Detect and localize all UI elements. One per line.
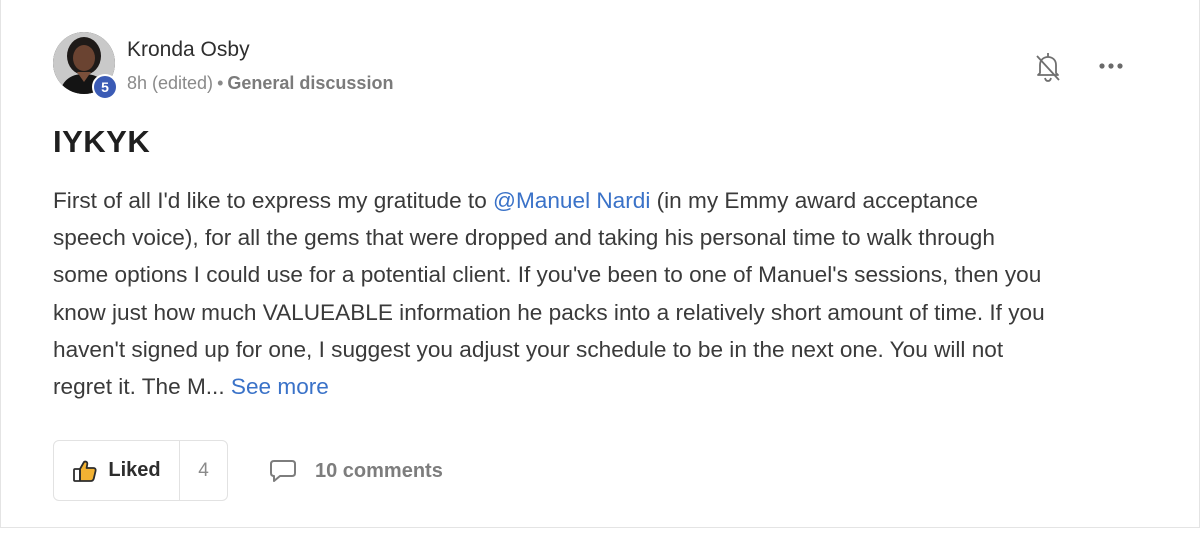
bell-off-icon (1036, 53, 1060, 82)
notification-toggle-button[interactable] (1033, 50, 1063, 84)
level-badge: 5 (92, 74, 118, 100)
post-card: 5 Kronda Osby 8h (edited) • General discus… (0, 0, 1200, 528)
see-more-link[interactable]: See more (231, 374, 329, 399)
user-mention-link[interactable]: @Manuel Nardi (493, 188, 650, 213)
post-body-line: speech voice), for all the gems that wer… (53, 225, 995, 251)
post-timestamp: 8h (edited) (127, 73, 214, 93)
post-body-line: some options I could use for a potential… (53, 262, 1042, 288)
body-text: regret it. The M... (53, 374, 231, 400)
comment-icon (270, 460, 296, 482)
post-body-line: First of all I'd like to express my grat… (53, 182, 1153, 219)
thumbs-up-icon (73, 460, 97, 482)
post-title[interactable]: IYKYK (53, 124, 150, 160)
like-label: Liked (108, 459, 161, 481)
body-text: First of all I'd like to express my grat… (53, 188, 494, 213)
post-body-line: know just how much VALUEABLE information… (53, 299, 1045, 325)
comments-label: 10 comments (315, 459, 443, 482)
more-options-button[interactable] (1095, 54, 1127, 78)
more-horizontal-icon (1099, 63, 1123, 69)
like-button[interactable]: Liked (54, 441, 180, 500)
post-meta: 8h (edited) • General discussion (127, 73, 393, 94)
post-body: First of all I'd like to express my grat… (53, 182, 1153, 405)
author-name[interactable]: Kronda Osby (127, 38, 250, 62)
comments-button[interactable]: 10 comments (269, 458, 443, 484)
like-count[interactable]: 4 (180, 441, 227, 500)
post-category[interactable]: General discussion (227, 73, 393, 93)
meta-separator: • (217, 73, 224, 93)
post-body-line: haven't signed up for one, I suggest you… (53, 336, 1004, 362)
like-control: Liked 4 (53, 440, 228, 501)
author-avatar-wrapper[interactable]: 5 (53, 32, 118, 100)
post-body-line: regret it. The M... See more (53, 368, 1153, 405)
body-text: (in my Emmy award acceptance (650, 188, 979, 213)
